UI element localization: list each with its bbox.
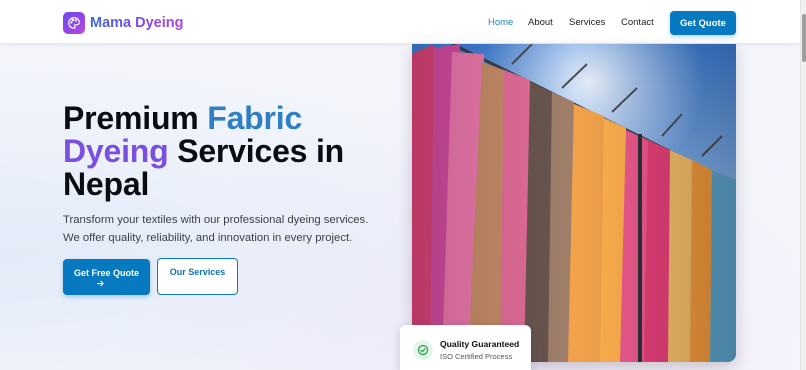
nav-contact[interactable]: Contact — [621, 17, 654, 28]
quality-badge: Quality Guaranteed ISO Certified Process — [400, 325, 531, 370]
dyed-fabric-drying-rack — [412, 44, 736, 362]
arrow-right-icon — [51, 279, 150, 292]
nav-home[interactable]: Home — [488, 17, 513, 28]
hero-title-part1: Premium — [63, 100, 208, 136]
get-quote-button[interactable]: Get Quote — [670, 11, 736, 35]
badge-title: Quality Guaranteed — [440, 339, 520, 349]
badge-subtitle: ISO Certified Process — [440, 352, 513, 361]
check-circle-icon — [413, 340, 433, 360]
palette-icon — [63, 12, 85, 34]
get-free-quote-label: Get Free Quote — [73, 268, 139, 278]
hero-description: Transform your textiles with our profess… — [63, 214, 369, 244]
get-free-quote-button[interactable]: Get Free Quote — [63, 259, 150, 295]
hero-title: Premium Fabric Dyeing Services in Nepal — [63, 102, 403, 201]
brand[interactable]: Mama Dyeing — [63, 12, 183, 34]
page-scrollbar[interactable] — [800, 0, 806, 370]
hero-title-highlight-dyeing: Dyeing — [63, 133, 169, 169]
hero-title-highlight-fabric: Fabric — [207, 100, 303, 136]
nav-about[interactable]: About — [528, 17, 553, 28]
site-header: Mama Dyeing Home About Services Contact … — [0, 0, 800, 44]
nav-services[interactable]: Services — [569, 17, 605, 28]
hero-image — [412, 44, 736, 362]
scrollbar-thumb[interactable] — [802, 14, 806, 62]
our-services-button[interactable]: Our Services — [157, 258, 238, 295]
brand-name: Mama Dyeing — [90, 15, 184, 31]
